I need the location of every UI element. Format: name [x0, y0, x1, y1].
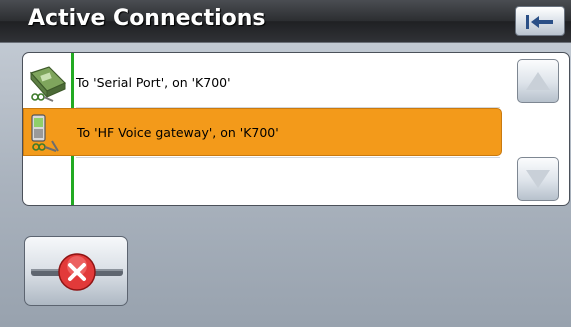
connection-row-hf-voice-gateway[interactable]: To 'HF Voice gateway', on 'K700'	[23, 108, 502, 156]
title-bar: Active Connections	[0, 0, 571, 43]
arrow-down-icon	[526, 170, 550, 188]
scroll-up-button[interactable]	[517, 59, 559, 103]
back-button[interactable]	[515, 6, 565, 36]
disconnect-icon	[31, 253, 123, 291]
arrow-up-icon	[526, 72, 550, 90]
page-title: Active Connections	[28, 6, 266, 31]
disconnect-button[interactable]	[24, 236, 128, 306]
connections-list-panel: To 'Serial Port', on 'K700' To 'HF Voice…	[22, 52, 570, 206]
back-arrow-icon	[526, 15, 553, 29]
connection-label: To 'HF Voice gateway', on 'K700'	[77, 125, 279, 140]
connection-row-serial-port[interactable]: To 'Serial Port', on 'K700'	[23, 59, 502, 107]
phone-connection-icon	[31, 114, 59, 152]
serial-port-icon	[29, 66, 67, 102]
connections-list[interactable]: To 'Serial Port', on 'K700' To 'HF Voice…	[23, 53, 513, 205]
row-divider	[76, 157, 500, 158]
connection-label: To 'Serial Port', on 'K700'	[76, 75, 231, 90]
scroll-down-button[interactable]	[517, 157, 559, 201]
